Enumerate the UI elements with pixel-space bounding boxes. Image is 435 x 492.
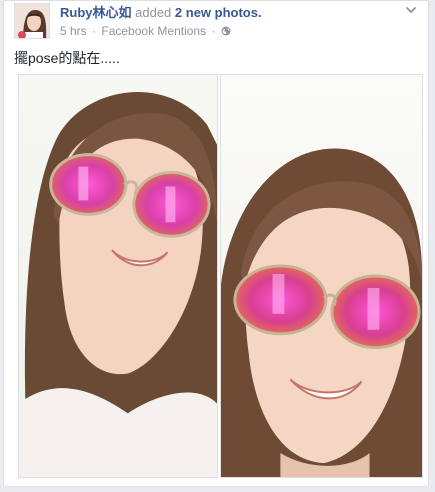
photo-count-link[interactable]: 2 new photos. [175,5,262,20]
globe-icon[interactable] [221,25,231,36]
meta-separator: · [92,24,97,38]
feed-post: Ruby林心如 added 2 new photos. 5 hrs · Face… [3,0,429,487]
post-meta: 5 hrs · Facebook Mentions · [60,24,231,38]
post-photo-1[interactable] [18,74,218,478]
post-source: Facebook Mentions [101,24,207,38]
photo-1-image [19,75,217,477]
post-message: 擺pose的點在..... [14,50,120,66]
meta-separator: · [211,24,216,38]
photo-2-image [221,75,422,477]
author-link[interactable]: Ruby林心如 [60,5,132,20]
avatar-image [15,4,49,38]
action-text: added [135,5,172,20]
post-attribution: Ruby林心如 added 2 new photos. [60,4,262,21]
avatar[interactable] [14,3,50,39]
post-header: Ruby林心如 added 2 new photos. 5 hrs · Face… [14,3,418,39]
post-photo-2[interactable] [220,74,423,478]
timestamp[interactable]: 5 hrs [60,24,87,38]
chevron-down-icon[interactable] [404,3,418,17]
